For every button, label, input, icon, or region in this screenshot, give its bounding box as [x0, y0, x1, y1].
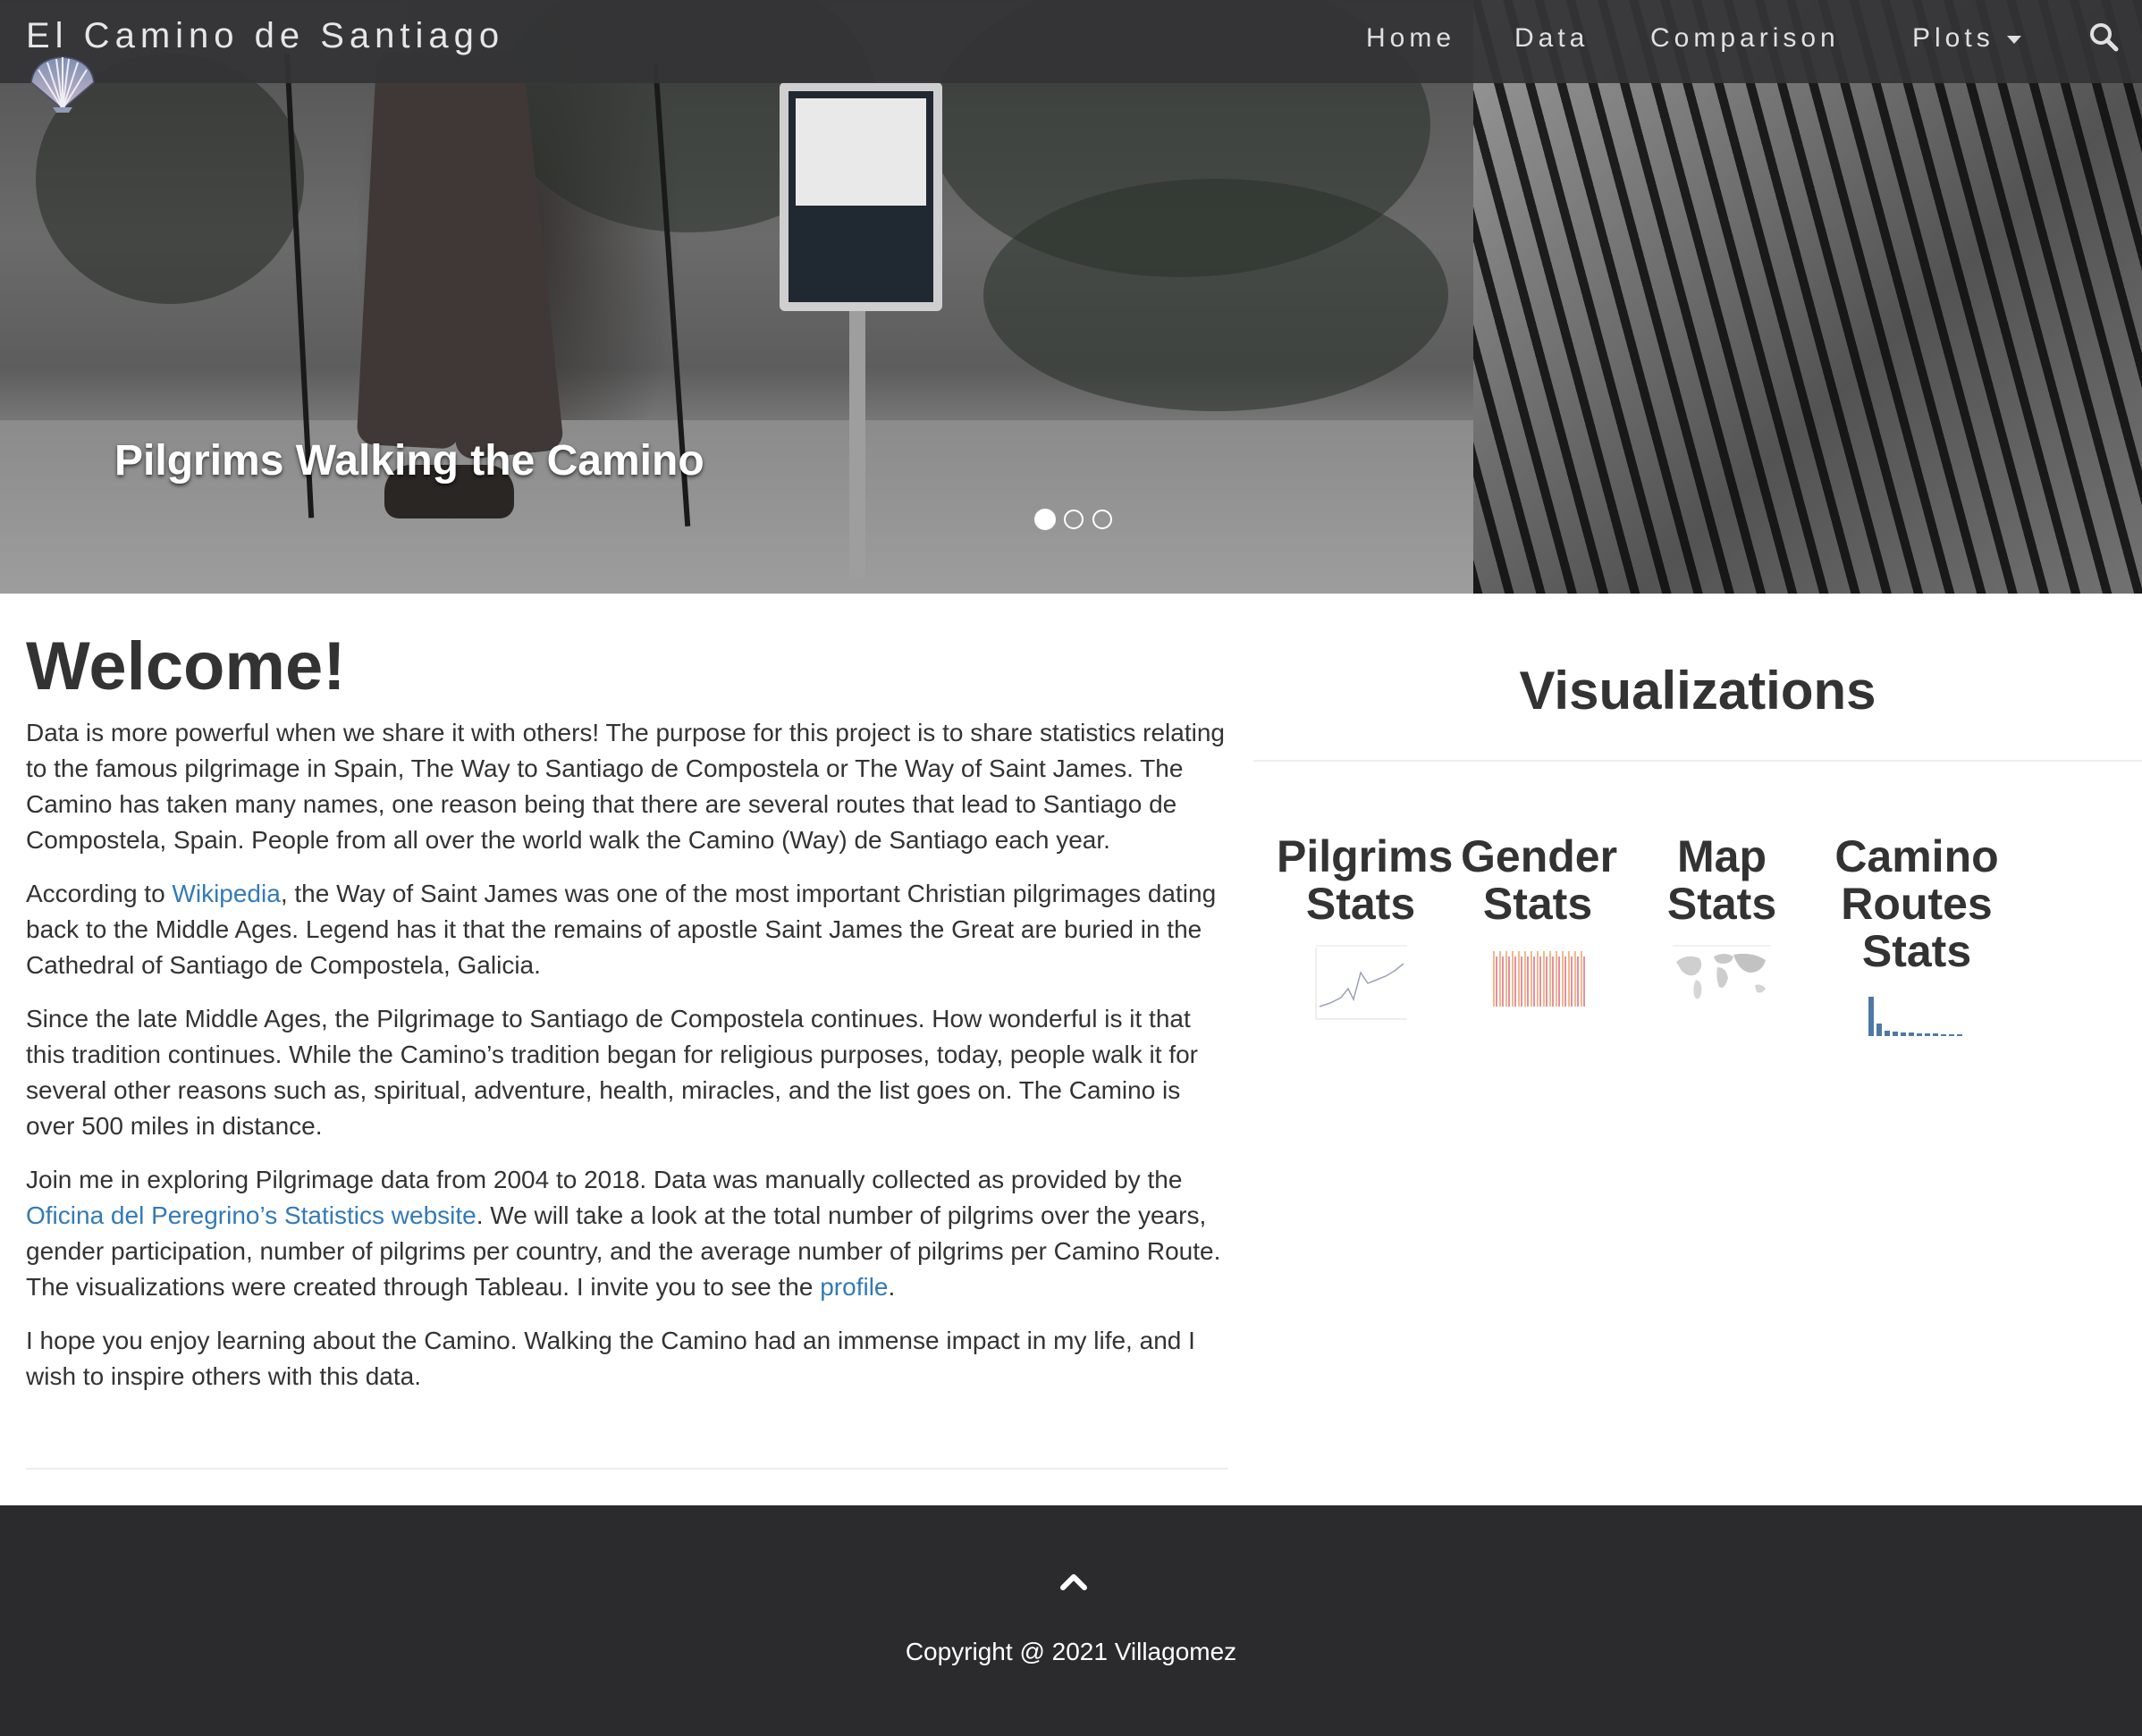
- thumbnail-bar: [1893, 1032, 1898, 1036]
- carousel-slide-pilgrims: [0, 0, 1473, 594]
- top-navbar: El Camino de Santiago Home Data Comparis…: [0, 0, 2142, 83]
- welcome-content: Data is more powerful when we share it w…: [26, 715, 1228, 1412]
- thumbnail-bar: [1556, 951, 1557, 1007]
- thumbnail-bar: [1558, 956, 1560, 1007]
- nav-home[interactable]: Home: [1366, 23, 1455, 54]
- thumbnail-bar: [1496, 956, 1497, 1007]
- carousel-indicator-1[interactable]: [1034, 509, 1056, 530]
- thumbnail-bar: [1531, 951, 1532, 1007]
- thumbnail-bar: [1521, 956, 1522, 1007]
- viz-card-title-line: Routes: [1841, 879, 1993, 929]
- thumbnail-bar: [1949, 1034, 1954, 1036]
- nav-plots-dropdown[interactable]: Plots: [1912, 23, 2021, 54]
- thumbnail-bar: [1539, 956, 1541, 1007]
- thumbnail-bar: [1493, 951, 1495, 1007]
- viz-card-title-line: Stats: [1666, 879, 1777, 929]
- thumbnail-bar: [1514, 956, 1516, 1007]
- thumbnail-bar: [1562, 951, 1564, 1007]
- viz-card-title-line: Map: [1677, 831, 1767, 881]
- line-chart-thumbnail: [1311, 944, 1411, 1024]
- viz-card-title-line: Stats: [1305, 879, 1416, 929]
- welcome-paragraph-1: Data is more powerful when we share it w…: [26, 719, 1225, 854]
- thumbnail-bar: [1583, 956, 1585, 1007]
- thumbnail-bar: [1957, 1034, 1962, 1036]
- paragraph-text: .: [888, 1273, 896, 1301]
- thumbnail-bar: [1909, 1032, 1914, 1036]
- paragraph-text: According to: [26, 880, 173, 907]
- thumbnail-bar: [1527, 956, 1529, 1007]
- thumbnail-bar: [1524, 951, 1526, 1007]
- chevron-up-icon[interactable]: [1058, 1568, 1089, 1595]
- caret-down-icon: [2006, 35, 2021, 44]
- thumbnail-bar: [1933, 1033, 1938, 1036]
- viz-card-map-stats[interactable]: Map Stats: [1650, 833, 1793, 1015]
- viz-card-pilgrims-stats[interactable]: Pilgrims Stats: [1277, 833, 1453, 1024]
- thumbnail-bar: [1505, 951, 1507, 1007]
- welcome-paragraph-4: Join me in exploring Pilgrimage data fro…: [26, 1162, 1228, 1305]
- viz-card-camino-routes-stats[interactable]: Camino Routes Stats: [1827, 833, 2006, 1040]
- carousel-slide-cathedral-gate: [1473, 0, 2142, 594]
- nav-plots-label: Plots: [1912, 23, 1994, 53]
- thumbnail-bar: [1581, 951, 1582, 1007]
- thumbnail-bar: [1508, 956, 1510, 1007]
- carousel-indicator-3[interactable]: [1092, 510, 1112, 529]
- visualizations-divider: [1253, 760, 2142, 762]
- viz-card-title-line: Camino: [1834, 831, 1999, 881]
- thumbnail-bar: [1518, 951, 1520, 1007]
- thumbnail-bar: [1885, 1031, 1890, 1036]
- scallop-shell-icon: [30, 56, 95, 113]
- thumbnail-bar: [1543, 951, 1545, 1007]
- viz-card-title-line: Pilgrims: [1277, 831, 1454, 881]
- thumbnail-bar: [1876, 1024, 1882, 1036]
- viz-card-title: Pilgrims Stats: [1277, 833, 1453, 929]
- nav-comparison[interactable]: Comparison: [1650, 23, 1840, 54]
- welcome-paragraph-5: I hope you enjoy learning about the Cami…: [26, 1327, 1195, 1390]
- thumbnail-bar: [1537, 951, 1539, 1007]
- paragraph-text: Join me in exploring Pilgrimage data fro…: [26, 1166, 1183, 1193]
- thumbnail-bar: [1546, 956, 1547, 1007]
- bar-chart-thumbnail: [1488, 944, 1588, 1015]
- viz-card-title: Map Stats: [1650, 833, 1793, 928]
- statistics-website-link[interactable]: Oficina del Peregrino’s Statistics websi…: [26, 1201, 476, 1229]
- search-icon[interactable]: [2088, 21, 2119, 52]
- thumbnail-bar: [1512, 951, 1514, 1007]
- thumbnail-bar: [1549, 951, 1551, 1007]
- tableau-profile-link[interactable]: profile: [820, 1273, 888, 1301]
- viz-card-title-line: Stats: [1482, 879, 1593, 929]
- nav-data[interactable]: Data: [1514, 23, 1589, 54]
- visualizations-heading: Visualizations: [1519, 661, 1876, 721]
- thumbnail-bar: [1577, 956, 1579, 1007]
- thumbnail-bar: [1917, 1033, 1922, 1036]
- brand-title[interactable]: El Camino de Santiago: [26, 16, 504, 56]
- viz-card-title: Camino Routes Stats: [1827, 833, 2006, 975]
- page-footer: Copyright @ 2021 Villagomez: [0, 1505, 2142, 1736]
- thumbnail-bar: [1925, 1033, 1930, 1036]
- viz-card-title-line: Gender: [1461, 831, 1618, 881]
- thumbnail-bar: [1564, 956, 1566, 1007]
- world-map-thumbnail: [1669, 944, 1775, 1015]
- thumbnail-bar: [1571, 956, 1573, 1007]
- welcome-paragraph-2: According to Wikipedia, the Way of Saint…: [26, 876, 1228, 983]
- wikipedia-link[interactable]: Wikipedia: [172, 880, 280, 907]
- thumbnail-bar: [1499, 951, 1501, 1007]
- thumbnail-bar: [1868, 997, 1874, 1036]
- copyright-text: Copyright @ 2021 Villagomez: [905, 1638, 1237, 1665]
- thumbnail-bar: [1941, 1034, 1946, 1036]
- thumbnail-bar: [1901, 1032, 1906, 1036]
- thumbnail-bar: [1502, 956, 1504, 1007]
- viz-card-title: Gender Stats: [1461, 831, 1618, 929]
- carousel-caption: Pilgrims Walking the Camino: [114, 437, 704, 485]
- carousel-indicator-2[interactable]: [1064, 510, 1084, 529]
- hero-carousel[interactable]: Pilgrims Walking the Camino: [0, 0, 2142, 594]
- viz-card-title-line: Stats: [1861, 926, 1972, 976]
- thumbnail-bar: [1533, 956, 1535, 1007]
- welcome-heading: Welcome!: [26, 628, 346, 704]
- viz-card-gender-stats[interactable]: Gender Stats: [1461, 831, 1618, 1015]
- thumbnail-bar: [1552, 956, 1554, 1007]
- thumbnail-bar: [1568, 951, 1570, 1007]
- thumbnail-bar: [1574, 951, 1576, 1007]
- routes-bar-chart-thumbnail: [1863, 991, 1970, 1040]
- welcome-paragraph-3: Since the late Middle Ages, the Pilgrima…: [26, 1005, 1199, 1140]
- content-divider: [26, 1468, 1228, 1470]
